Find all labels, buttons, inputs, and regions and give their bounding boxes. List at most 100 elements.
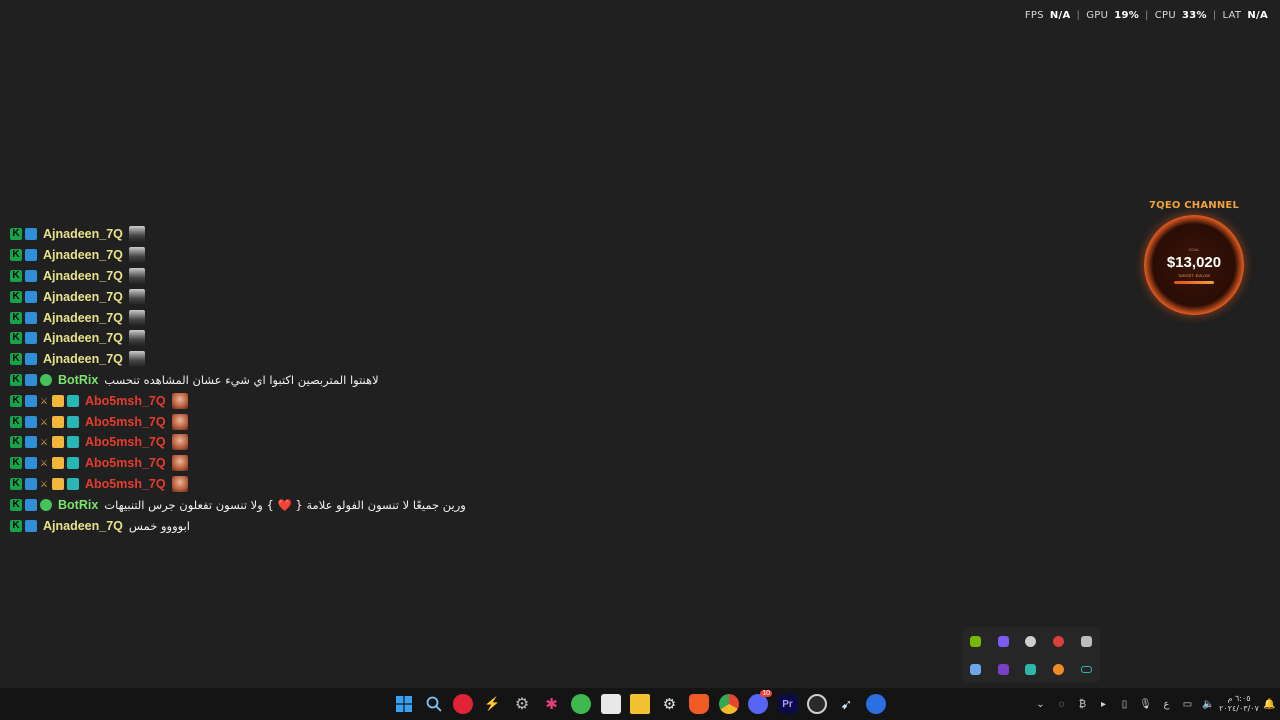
search-icon[interactable] bbox=[424, 694, 444, 714]
chat-message: K ⚔ Abo5msh_7Q bbox=[10, 432, 530, 453]
emote-icon bbox=[128, 247, 145, 264]
separator: | bbox=[1076, 10, 1081, 21]
defender-icon[interactable] bbox=[1025, 663, 1037, 675]
bug-icon[interactable]: ✱ bbox=[542, 694, 562, 714]
bitcoin-icon[interactable]: ₿ bbox=[1072, 694, 1093, 714]
moderator-badge-icon bbox=[25, 394, 37, 407]
chat-username: Abo5msh_7Q bbox=[85, 476, 166, 491]
separator: | bbox=[1145, 10, 1149, 21]
chat-username: Ajnadeen_7Q bbox=[43, 331, 123, 346]
notification-bell-icon[interactable]: 🔔 bbox=[1259, 694, 1280, 714]
grid-app-icon[interactable] bbox=[997, 635, 1009, 647]
chat-username: Ajnadeen_7Q bbox=[43, 248, 123, 263]
goal-progress-bar bbox=[1174, 280, 1214, 284]
performance-overlay: FPS N/A | GPU 19% | CPU 33% | LAT N/A bbox=[1025, 10, 1268, 21]
crown-badge-icon bbox=[52, 436, 64, 449]
emote-icon bbox=[128, 309, 145, 326]
chat-message: K ⚔ Abo5msh_7Q bbox=[10, 411, 530, 432]
chat-text-part: ورين جميعًا لا تنسون الفولو علامة { bbox=[295, 497, 466, 512]
copy-icon[interactable] bbox=[1080, 635, 1092, 647]
clipboard-icon[interactable]: ▯ bbox=[1114, 694, 1135, 714]
kick-badge-icon: K bbox=[10, 415, 22, 428]
steam-icon[interactable] bbox=[970, 663, 982, 675]
play-icon[interactable]: ▸ bbox=[1093, 694, 1114, 714]
volume-icon[interactable]: 🔈 bbox=[1198, 694, 1219, 714]
discord-badge: 10 bbox=[760, 690, 772, 697]
chrome-icon[interactable] bbox=[718, 694, 739, 714]
microphone-icon[interactable]: 🎙 bbox=[1135, 694, 1156, 714]
snipping-icon[interactable] bbox=[600, 694, 621, 714]
cpu-value: 33% bbox=[1181, 10, 1207, 21]
language-indicator[interactable]: ع bbox=[1156, 694, 1177, 714]
taskbar-apps: ⚡ ⚙ ✱ ⚙ 10 Pr ➹ bbox=[394, 688, 886, 720]
subscriber-badge-icon bbox=[25, 332, 37, 345]
chat-username: BotRix bbox=[58, 497, 99, 512]
emote-icon bbox=[171, 455, 188, 472]
sub-gifter-badge-icon bbox=[67, 436, 79, 449]
clock-date: ٢٠٢٤/٠٣/٠٧ bbox=[1219, 704, 1259, 713]
subscriber-badge-icon bbox=[25, 353, 37, 366]
kick-badge-icon: K bbox=[10, 228, 22, 241]
chat-username: Abo5msh_7Q bbox=[85, 456, 166, 471]
media-icon[interactable] bbox=[1053, 635, 1065, 647]
chat-username: Ajnadeen_7Q bbox=[43, 289, 123, 304]
chat-message: K ⚔ Abo5msh_7Q bbox=[10, 390, 530, 411]
kick-badge-icon: K bbox=[10, 519, 22, 532]
clock[interactable]: ٦:٠٥ م ٢٠٢٤/٠٣/٠٧ bbox=[1219, 694, 1259, 714]
kick-badge-icon: K bbox=[10, 498, 22, 511]
chevron-up-icon[interactable]: ⌄ bbox=[1030, 694, 1051, 714]
donation-goal-widget: 7QEO CHANNEL GOAL $13,020 TARGET: $15,00… bbox=[1141, 200, 1247, 315]
discord-icon[interactable]: 10 bbox=[748, 690, 772, 714]
premiere-icon[interactable]: Pr bbox=[777, 694, 798, 714]
obs-icon[interactable] bbox=[807, 694, 827, 714]
onenote-icon[interactable] bbox=[997, 663, 1009, 675]
brave-icon[interactable] bbox=[689, 694, 709, 714]
subscriber-badge-icon bbox=[25, 228, 37, 241]
app-icon[interactable] bbox=[1053, 663, 1065, 675]
emote-icon bbox=[128, 351, 145, 368]
tray-circle-icon[interactable]: ◌ bbox=[1051, 694, 1072, 714]
emote-icon bbox=[128, 267, 145, 284]
chat-message: K Ajnadeen_7Q bbox=[10, 328, 530, 349]
kick-badge-icon: K bbox=[10, 269, 22, 282]
green-app-icon[interactable] bbox=[571, 694, 591, 714]
chat-message: K ⚔ Abo5msh_7Q bbox=[10, 474, 530, 495]
sword-badge-icon: ⚔ bbox=[40, 416, 49, 427]
chat-username: BotRix bbox=[58, 372, 99, 387]
chat-text-part: } ولا تنسون تفعلون جرس التنبيهات bbox=[104, 497, 274, 512]
chat-message: K Ajnadeen_7Q bbox=[10, 245, 530, 266]
cpu-label: CPU bbox=[1154, 10, 1176, 21]
steelseries-icon[interactable] bbox=[1025, 635, 1037, 647]
app-red-icon[interactable] bbox=[453, 694, 473, 714]
bolt-icon[interactable]: ⚡ bbox=[483, 694, 503, 714]
emote-icon bbox=[128, 226, 145, 243]
app-blue-icon[interactable] bbox=[866, 694, 886, 714]
sub-gifter-badge-icon bbox=[67, 394, 79, 407]
network-icon[interactable]: ▭ bbox=[1177, 694, 1198, 714]
chat-overlay: K Ajnadeen_7Q K Ajnadeen_7Q K Ajnadeen_7… bbox=[10, 224, 530, 536]
battery-icon[interactable] bbox=[1080, 665, 1092, 673]
chat-username: Ajnadeen_7Q bbox=[43, 268, 123, 283]
sword-badge-icon: ⚔ bbox=[40, 395, 49, 406]
gpu-label: GPU bbox=[1086, 10, 1109, 21]
chat-message: K Ajnadeen_7Q bbox=[10, 349, 530, 370]
steelseries-icon[interactable]: ⚙ bbox=[660, 694, 680, 714]
moderator-badge-icon bbox=[25, 373, 37, 386]
chat-message: K BotRix ورين جميعًا لا تنسون الفولو علا… bbox=[10, 494, 530, 515]
chat-message: K Ajnadeen_7Q bbox=[10, 307, 530, 328]
tray-overflow-flyout bbox=[962, 627, 1100, 683]
windows-start-icon[interactable] bbox=[394, 694, 414, 714]
heart-emoji-icon: ❤️ bbox=[277, 497, 292, 512]
separator: | bbox=[1212, 10, 1217, 21]
file-explorer-icon[interactable] bbox=[630, 694, 650, 714]
system-tray: ⌄ ◌ ₿ ▸ ▯ 🎙 ع ▭ 🔈 ٦:٠٥ م ٢٠٢٤/٠٣/٠٧ 🔔 bbox=[1030, 688, 1280, 720]
nvidia-icon[interactable] bbox=[970, 635, 982, 647]
settings-icon[interactable]: ⚙ bbox=[512, 694, 532, 714]
goal-amount: $13,020 bbox=[1166, 253, 1222, 271]
steam-icon[interactable]: ➹ bbox=[837, 694, 857, 714]
emote-icon bbox=[171, 475, 188, 492]
moderator-badge-icon bbox=[25, 498, 37, 511]
lat-value: N/A bbox=[1247, 10, 1268, 21]
chat-username: Abo5msh_7Q bbox=[85, 393, 166, 408]
crown-badge-icon bbox=[52, 415, 64, 428]
